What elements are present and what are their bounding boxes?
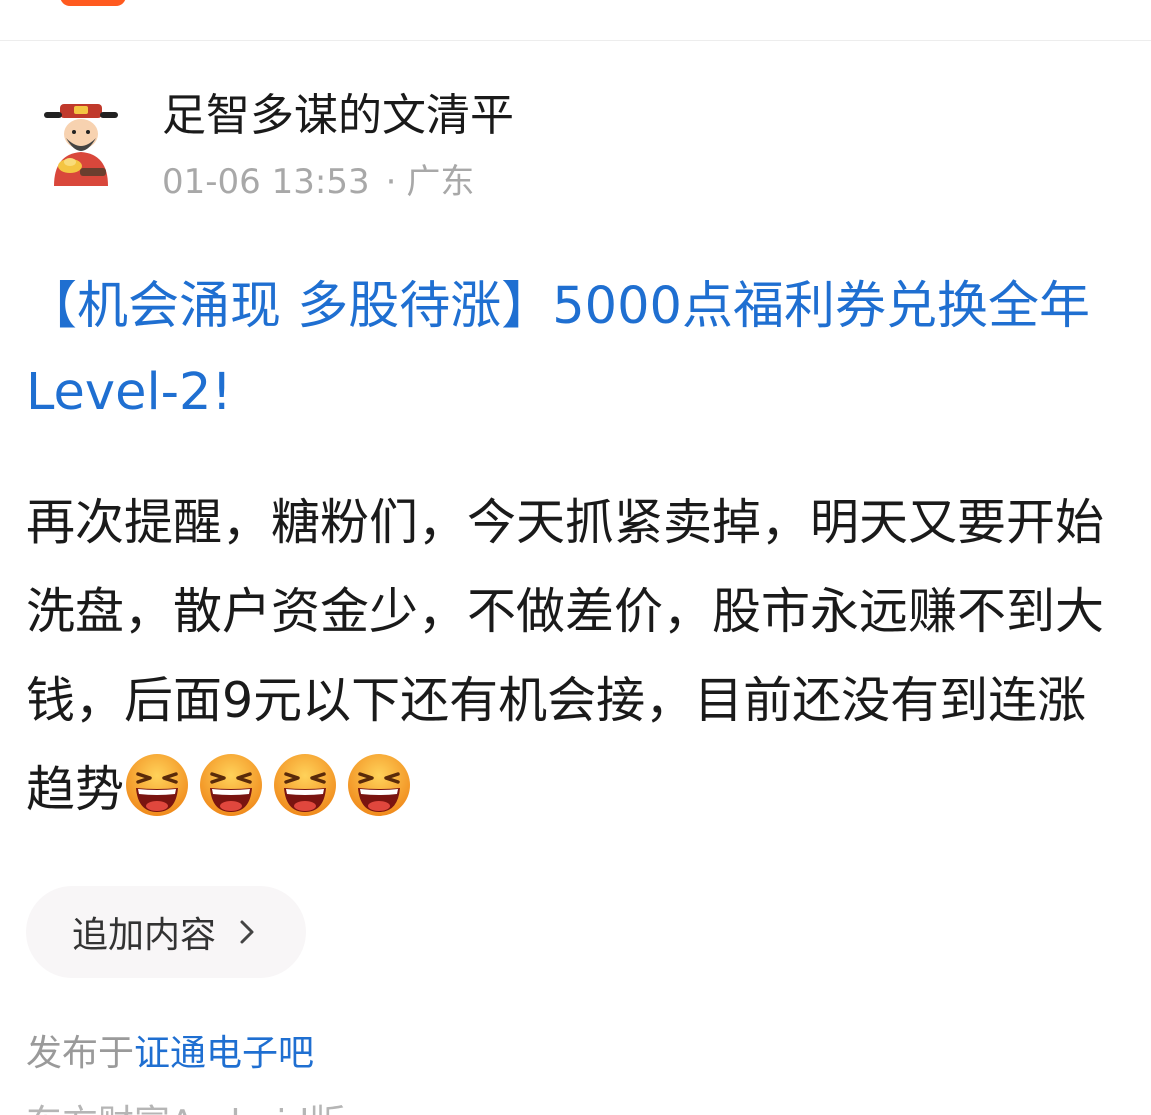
post-meta: 01-06 13:53 · 广东 (162, 160, 474, 204)
top-bar-remnant (0, 0, 1151, 41)
posted-in: 发布于证通电子吧 (26, 1028, 314, 1080)
post-location: 广东 (406, 162, 475, 202)
post-title-link[interactable]: 【机会涌现 多股待涨】5000点福利券兑换全年Level-2! (26, 264, 1126, 436)
laughing-emoji-icon (126, 754, 189, 816)
caishen-avatar-icon (44, 104, 118, 186)
posted-prefix: 发布于 (26, 1033, 135, 1074)
client-source-text: 东方财富Android版 (26, 1098, 345, 1115)
post-body: 再次提醒，糖粉们，今天抓紧卖掉，明天又要开始洗盘，散户资金少，不做差价，股市永远… (26, 478, 1126, 834)
bar-link[interactable]: 证通电子吧 (134, 1033, 314, 1074)
meta-separator: · (385, 162, 397, 202)
author-avatar[interactable] (40, 102, 122, 186)
author-name[interactable]: 足智多谋的文清平 (162, 86, 514, 146)
laughing-emoji-icon (348, 754, 411, 816)
append-content-button[interactable]: 追加内容 (26, 886, 306, 978)
post-detail-page: 足智多谋的文清平 01-06 13:53 · 广东 【机会涌现 多股待涨】5000点… (0, 0, 1151, 1115)
orange-button-remnant[interactable] (60, 0, 126, 6)
emoji-row (124, 754, 420, 818)
laughing-emoji-icon (200, 754, 263, 816)
laughing-emoji-icon (274, 754, 337, 816)
post-header: 足智多谋的文清平 01-06 13:53 · 广东 (40, 86, 1120, 216)
post-date: 01-06 13:53 (162, 162, 370, 202)
chevron-right-icon (240, 920, 254, 944)
append-content-label: 追加内容 (72, 915, 217, 956)
